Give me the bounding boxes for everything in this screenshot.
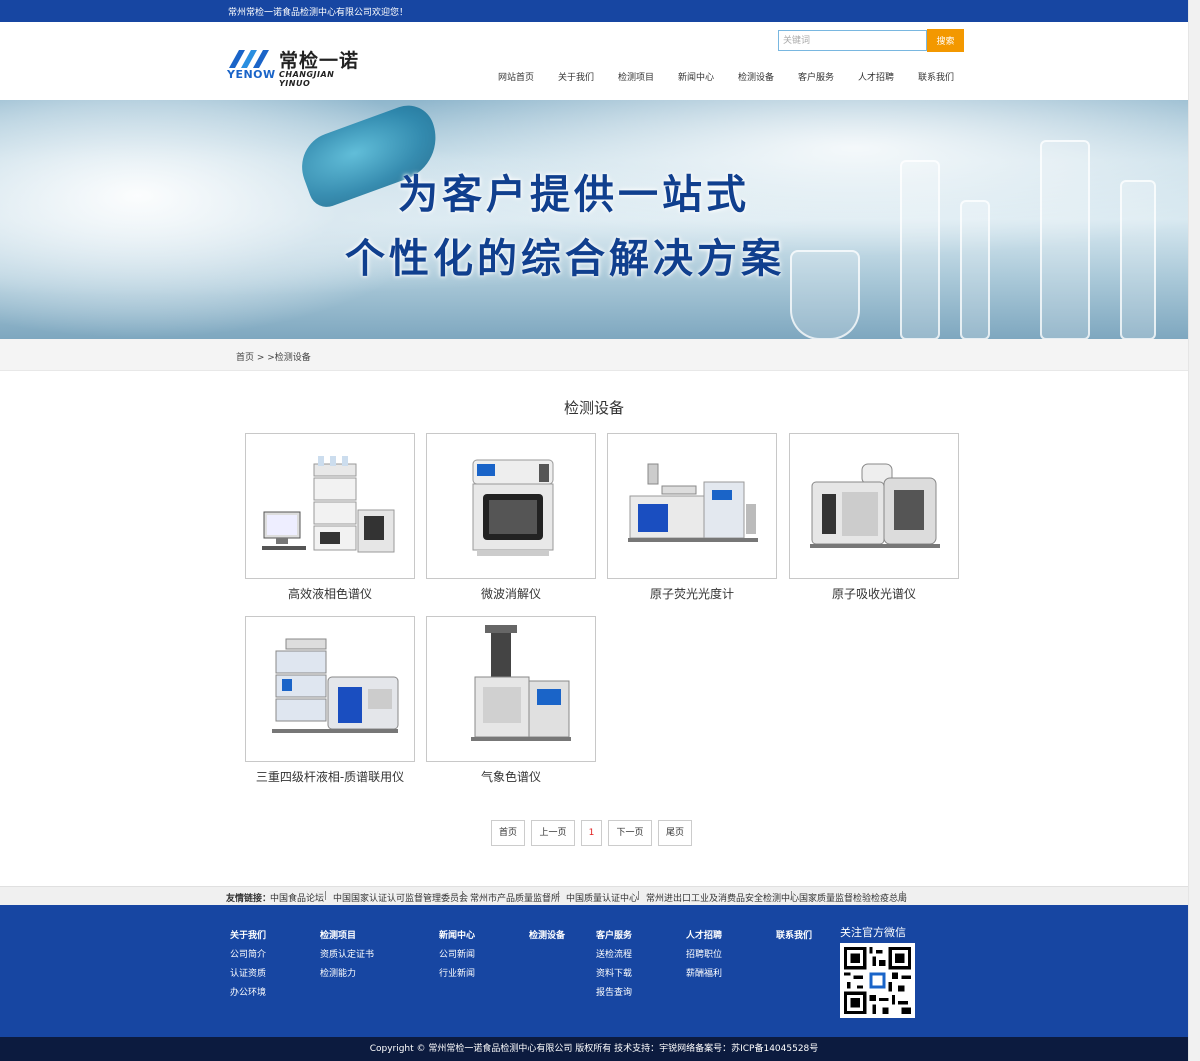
main-nav: 网站首页 关于我们 检测项目 新闻中心 检测设备 客户服务 人才招聘 联系我们 [0, 70, 1188, 84]
footer-link[interactable]: 薪酬福利 [686, 966, 722, 979]
nav-contact[interactable]: 联系我们 [918, 70, 954, 83]
friend-link[interactable]: 中国质量认证中心 [566, 891, 638, 904]
product-name[interactable]: 高效液相色谱仪 [245, 585, 415, 602]
header: YENOW 常检一诺 CHANGJIAN YINUO 搜索 网站首页 关于我们 … [0, 22, 1188, 100]
product-name[interactable]: 原子吸收光谱仪 [789, 585, 959, 602]
footer-col-title[interactable]: 检测项目 [320, 928, 356, 941]
product-card[interactable] [789, 433, 959, 579]
footer-link[interactable]: 行业新闻 [439, 966, 475, 979]
copyright-bar: Copyright © 常州常检一诺食品检测中心有限公司 版权所有 技术支持：宇… [0, 1037, 1188, 1061]
hplc-instrument-image [262, 456, 395, 553]
friend-links-bar: 友情链接： 中国食品论坛 | 中国国家认证认可监督管理委员会 | 常州市产品质量… [0, 886, 1188, 905]
wechat-title: 关注官方微信 [840, 926, 906, 939]
flask-image [790, 250, 860, 339]
banner-headline-2: 个性化的综合解决方案 [345, 236, 785, 282]
footer-link[interactable]: 资质认定证书 [320, 947, 374, 960]
flask-image [960, 200, 990, 339]
atomic-fluorescence-image [628, 463, 758, 542]
footer-col-title[interactable]: 关于我们 [230, 928, 266, 941]
footer: 关于我们 公司简介 认证资质 办公环境 检测项目 资质认定证书 检测能力 新闻中… [0, 905, 1188, 1037]
top-bar: 常州常检一诺食品检测中心有限公司欢迎您！ [0, 0, 1188, 22]
vertical-scrollbar[interactable] [1188, 0, 1200, 1061]
footer-link[interactable]: 送检流程 [596, 947, 632, 960]
page-number-current[interactable]: 1 [581, 820, 602, 846]
product-name[interactable]: 微波消解仪 [426, 585, 596, 602]
footer-link[interactable]: 资料下载 [596, 966, 632, 979]
friend-link[interactable]: 国家质量监督检验检疫总局 [799, 891, 907, 904]
product-card[interactable] [245, 433, 415, 579]
breadcrumb[interactable]: 首页 > >检测设备 [236, 350, 311, 363]
footer-link[interactable]: 办公环境 [230, 985, 266, 998]
page-last-button[interactable]: 尾页 [658, 820, 692, 846]
nav-news[interactable]: 新闻中心 [678, 70, 714, 83]
nav-test-items[interactable]: 检测项目 [618, 70, 654, 83]
product-card[interactable] [245, 616, 415, 762]
nav-about[interactable]: 关于我们 [558, 70, 594, 83]
flask-image [900, 160, 940, 339]
friend-link[interactable]: 中国国家认证认可监督管理委员会 [333, 891, 468, 904]
product-name[interactable]: 气象色谱仪 [426, 768, 596, 785]
page-prev-button[interactable]: 上一页 [531, 820, 575, 846]
breadcrumb-bar: 首页 > >检测设备 [0, 339, 1188, 371]
product-name[interactable]: 三重四级杆液相-质谱联用仪 [245, 768, 415, 785]
product-card[interactable] [607, 433, 777, 579]
search-button[interactable]: 搜索 [927, 29, 964, 52]
friend-link[interactable]: 常州进出口工业及消费品安全检测中心 [646, 891, 799, 904]
page-title: 检测设备 [563, 399, 624, 417]
nav-recruit[interactable]: 人才招聘 [858, 70, 894, 83]
friend-links-label: 友情链接： [226, 894, 272, 904]
footer-col-title[interactable]: 检测设备 [529, 928, 565, 941]
copyright-text: Copyright © 常州常检一诺食品检测中心有限公司 版权所有 技术支持：宇… [369, 1044, 819, 1054]
atomic-absorption-image [810, 463, 940, 548]
flask-image [1040, 140, 1090, 339]
nav-home[interactable]: 网站首页 [498, 70, 534, 83]
footer-link[interactable]: 报告查询 [596, 985, 632, 998]
product-card[interactable] [426, 616, 596, 762]
footer-link[interactable]: 公司新闻 [439, 947, 475, 960]
footer-col-title[interactable]: 人才招聘 [686, 928, 722, 941]
page-first-button[interactable]: 首页 [491, 820, 525, 846]
logo-brand-cn: 常检一诺 [279, 50, 360, 72]
nav-equipment[interactable]: 检测设备 [738, 70, 774, 83]
qr-code-icon [844, 947, 911, 1014]
footer-link[interactable]: 招聘职位 [686, 947, 722, 960]
microwave-digester-image [472, 459, 554, 556]
banner-headline-1: 为客户提供一站式 [398, 172, 750, 218]
footer-col-title[interactable]: 联系我们 [776, 928, 812, 941]
footer-link[interactable]: 检测能力 [320, 966, 356, 979]
nav-service[interactable]: 客户服务 [798, 70, 834, 83]
friend-link[interactable]: 常州市产品质量监督所 [470, 891, 560, 904]
logo-mark-icon [229, 50, 269, 68]
product-name[interactable]: 原子荧光光度计 [607, 585, 777, 602]
footer-col-title[interactable]: 客户服务 [596, 928, 632, 941]
lc-ms-image [272, 638, 399, 733]
footer-link[interactable]: 认证资质 [230, 966, 266, 979]
footer-link[interactable]: 公司简介 [230, 947, 266, 960]
footer-col-title[interactable]: 新闻中心 [439, 928, 475, 941]
hero-banner: 为客户提供一站式 个性化的综合解决方案 [0, 100, 1188, 339]
product-card[interactable] [426, 433, 596, 579]
wechat-qr-code [840, 943, 915, 1018]
search-input[interactable] [778, 30, 927, 51]
flask-image [1120, 180, 1156, 339]
gas-chromatograph-image [471, 625, 571, 741]
friend-link[interactable]: 中国食品论坛 [270, 891, 324, 904]
page-next-button[interactable]: 下一页 [608, 820, 652, 846]
welcome-text: 常州常检一诺食品检测中心有限公司欢迎您！ [228, 8, 409, 18]
